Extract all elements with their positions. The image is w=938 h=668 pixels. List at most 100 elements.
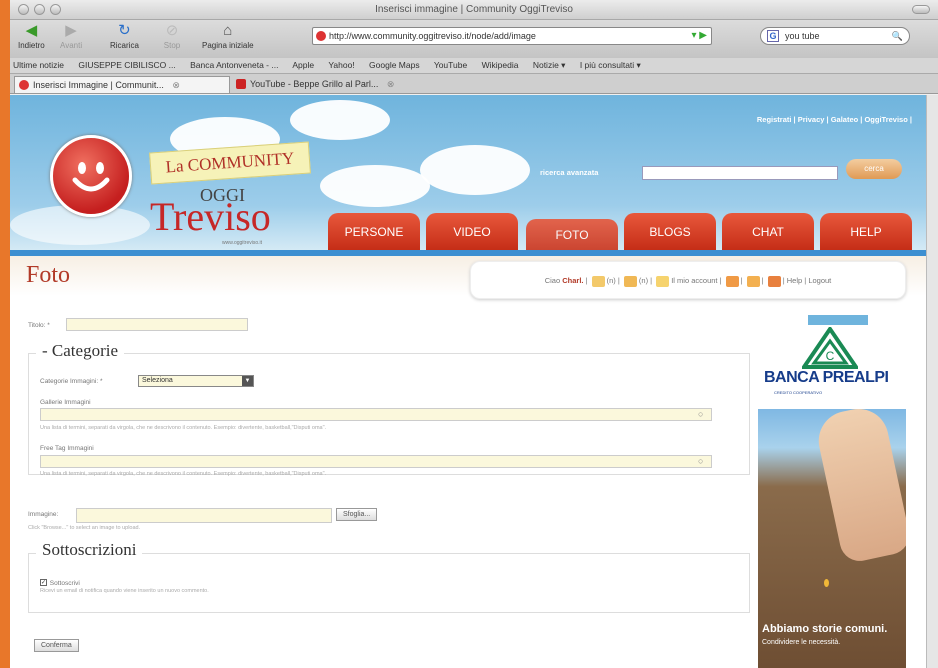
- cloud-decoration: [320, 165, 430, 207]
- categories-legend-text: Categorie: [51, 341, 119, 360]
- bookmark-item[interactable]: Google Maps: [369, 60, 420, 70]
- category-label: Categorie Immagini: *: [40, 378, 103, 385]
- close-tab-icon[interactable]: ⊗: [387, 79, 395, 89]
- search-box[interactable]: G you tube 🔍: [760, 27, 910, 45]
- home-label: Pagina iniziale: [202, 41, 254, 50]
- subscribe-checkbox[interactable]: ✓: [40, 578, 47, 586]
- forward-label: Avanti: [60, 41, 83, 50]
- forward-button[interactable]: ▶ Avanti: [60, 22, 83, 51]
- site-favicon-icon: [19, 80, 29, 90]
- bookmark-item[interactable]: Banca Antonveneta - ...: [190, 60, 278, 70]
- home-button[interactable]: ⌂ Pagina iniziale: [202, 23, 254, 51]
- stop-icon: ⊘: [165, 22, 179, 39]
- nav-tab-video[interactable]: VIDEO: [426, 213, 518, 251]
- bookmark-item[interactable]: YouTube: [434, 60, 467, 70]
- bookmark-item[interactable]: Wikipedia: [482, 60, 519, 70]
- browser-toolbar: ◀ Indietro ▶ Avanti ↻ Ricarica ⊘ Stop ⌂ …: [10, 20, 938, 58]
- people-icon[interactable]: [725, 275, 739, 287]
- categories-legend: - Categorie: [36, 341, 125, 361]
- top-links[interactable]: Registrati | Privacy | Galateo | OggiTre…: [757, 115, 912, 124]
- greeting-text: Ciao: [544, 276, 561, 285]
- youtube-icon: [236, 79, 246, 89]
- site-search-input[interactable]: [642, 166, 838, 180]
- bookmark-item[interactable]: Notizie ▾: [533, 60, 566, 70]
- image-hint: Click "Browse..." to select an image to …: [28, 525, 141, 531]
- subscribe-label: Sottoscrivi: [49, 580, 80, 587]
- autocomplete-icon: ○: [698, 409, 704, 419]
- submit-button[interactable]: Conferma: [34, 639, 79, 652]
- help-link[interactable]: Help: [787, 276, 802, 285]
- banca-prealpi-ad[interactable]: C BANCA PREALPI CREDITO COOPERATIVO Abbi…: [758, 309, 906, 668]
- advanced-search-link[interactable]: ricerca avanzata: [540, 168, 598, 177]
- image-label: Immagine:: [28, 511, 59, 518]
- subscriptions-legend: Sottoscrizioni: [36, 540, 143, 560]
- bookmark-item[interactable]: Apple: [292, 60, 314, 70]
- go-arrow-icon[interactable]: ▾ ▶: [692, 28, 708, 44]
- window-frame-accent: [0, 0, 10, 668]
- seed-image: [824, 579, 829, 587]
- site-search-button[interactable]: cerca: [846, 159, 902, 179]
- subscribe-hint: Ricevi un email di notifica quando viene…: [40, 588, 209, 594]
- image-file-input[interactable]: [76, 508, 332, 523]
- freetag-label: Free Tag Immagini: [40, 445, 94, 452]
- search-icon[interactable]: 🔍: [892, 28, 903, 44]
- mail-icon[interactable]: [623, 275, 637, 287]
- smiley-logo-icon: [50, 135, 132, 217]
- nav-tab-persone[interactable]: PERSONE: [328, 213, 420, 251]
- stop-button[interactable]: ⊘ Stop: [162, 22, 182, 51]
- site-favicon-icon: [316, 31, 326, 41]
- search-box-text: you tube: [785, 31, 820, 41]
- gallery-label: Gallerie Immagini: [40, 399, 91, 406]
- browse-button[interactable]: Sfoglia...: [336, 508, 378, 521]
- cloud-decoration: [420, 145, 530, 195]
- category-select[interactable]: Seleziona ▼: [138, 375, 254, 387]
- title-bar: Inserisci immagine | Community OggiTrevi…: [10, 0, 938, 20]
- nav-tab-blogs[interactable]: BLOGS: [624, 213, 716, 251]
- subscriptions-fieldset: [28, 553, 750, 613]
- window-title: Inserisci immagine | Community OggiTrevi…: [375, 4, 573, 15]
- chat-icon[interactable]: [591, 275, 605, 287]
- pencil-icon[interactable]: [767, 275, 781, 287]
- tab-inserisci-immagine[interactable]: Inserisci Immagine | Communit... ⊗: [14, 76, 230, 93]
- autocomplete-icon: ○: [698, 456, 704, 466]
- address-text: http://www.community.oggitreviso.it/node…: [329, 31, 536, 41]
- logout-link[interactable]: Logout: [808, 276, 831, 285]
- freetag-hint: Una lista di termini, separati da virgol…: [40, 471, 327, 477]
- address-bar[interactable]: http://www.community.oggitreviso.it/node…: [312, 27, 712, 45]
- reload-icon: ↻: [118, 22, 131, 39]
- user-box: Ciao Charl. | (n) | (n) | Il mio account…: [470, 261, 906, 299]
- close-tab-icon[interactable]: ⊗: [172, 80, 180, 90]
- star-icon: [656, 275, 670, 287]
- bookmark-item[interactable]: GIUSEPPE CIBILISCO ...: [78, 60, 175, 70]
- title-input[interactable]: [66, 318, 248, 331]
- subscribe-option: ✓ Sottoscrivi: [40, 577, 80, 588]
- nav-tab-chat[interactable]: CHAT: [722, 213, 814, 251]
- header-banner: Registrati | Privacy | Galateo | OggiTre…: [10, 95, 926, 257]
- nav-tab-help[interactable]: HELP: [820, 213, 912, 251]
- tab-bar: Inserisci Immagine | Communit... ⊗ YouTu…: [10, 74, 938, 94]
- tab-youtube[interactable]: YouTube - Beppe Grillo al Parl... ⊗: [232, 76, 452, 93]
- bookmark-item[interactable]: Yahoo!: [328, 60, 354, 70]
- folder-icon[interactable]: [746, 275, 760, 287]
- username-link[interactable]: Charl.: [562, 276, 583, 285]
- ad-brand: BANCA PREALPI: [764, 369, 889, 386]
- logo-url: www.oggitreviso.it: [222, 240, 263, 246]
- mail-count: (n): [638, 276, 649, 285]
- cloud-decoration: [290, 100, 390, 140]
- bookmark-item[interactable]: I più consultati ▾: [580, 60, 641, 70]
- bookmarks-bar: Ultime notizie GIUSEPPE CIBILISCO ... Ba…: [10, 58, 938, 74]
- bookmark-item[interactable]: Ultime notizie: [13, 60, 64, 70]
- reload-button[interactable]: ↻ Ricarica: [110, 22, 139, 51]
- my-account-link[interactable]: Il mio account: [671, 276, 717, 285]
- back-button[interactable]: ◀ Indietro: [18, 23, 45, 51]
- logo-community: La COMMUNITY: [149, 141, 311, 185]
- toolbar-toggle-button[interactable]: [912, 5, 930, 14]
- freetag-input[interactable]: [40, 455, 712, 468]
- page-scrollbar[interactable]: [926, 95, 938, 668]
- gallery-input[interactable]: [40, 408, 712, 421]
- back-label: Indietro: [18, 41, 45, 50]
- ad-headline: Abbiamo storie comuni.: [762, 623, 888, 635]
- chevron-down-icon: ▼: [242, 376, 253, 386]
- forward-arrow-icon: ▶: [65, 22, 77, 39]
- tab-label: Inserisci Immagine | Communit...: [33, 80, 164, 90]
